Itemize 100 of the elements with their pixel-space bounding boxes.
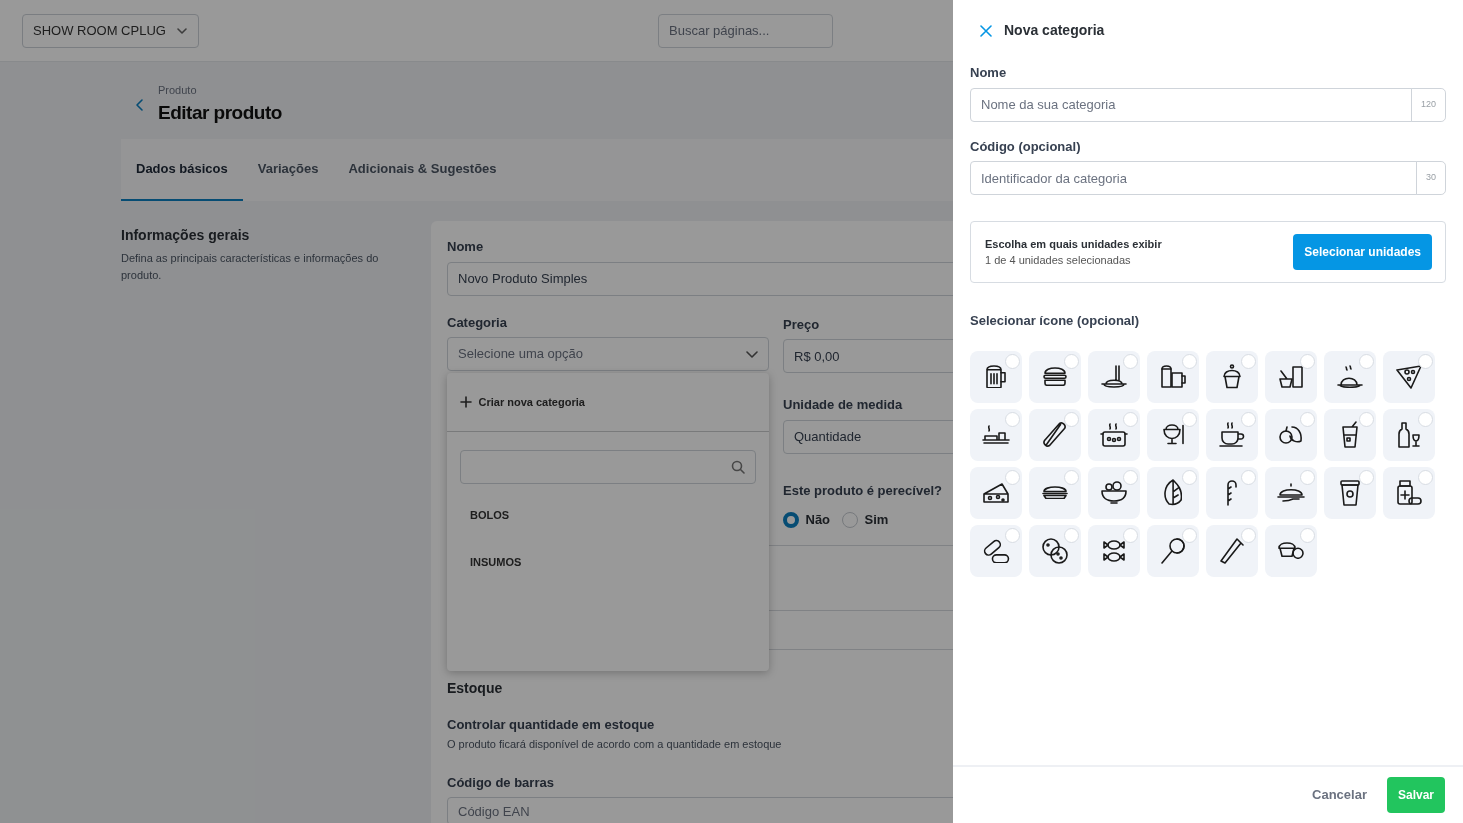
icon-option-tile[interactable] xyxy=(1265,524,1317,577)
radio-option[interactable]: Não xyxy=(783,510,831,530)
wine-bottle-icon xyxy=(1398,421,1420,448)
page-title: Editar produto xyxy=(158,100,282,125)
icon-option-tile[interactable] xyxy=(1383,466,1435,519)
icon-option-tile[interactable] xyxy=(970,466,1022,519)
icon-option-tile[interactable] xyxy=(1147,408,1199,461)
radio-button[interactable] xyxy=(1005,353,1020,369)
radio-button[interactable] xyxy=(1064,353,1079,369)
muffins-icon xyxy=(1278,541,1304,560)
radio-button[interactable] xyxy=(1359,353,1374,369)
radio-button[interactable] xyxy=(1123,353,1138,369)
plus-icon xyxy=(460,396,472,408)
icon-option-tile[interactable] xyxy=(970,350,1022,403)
radio-button[interactable] xyxy=(1064,411,1079,427)
radio-button[interactable] xyxy=(1418,469,1433,485)
icon-option-tile[interactable] xyxy=(1206,466,1258,519)
icon-option-tile[interactable] xyxy=(970,408,1022,461)
icon-option-tile[interactable] xyxy=(1088,408,1140,461)
search-icon xyxy=(731,460,745,474)
cookies-icon xyxy=(1042,537,1068,564)
units-subtitle: 1 de 4 unidades selecionadas xyxy=(985,253,1132,268)
icon-option-tile[interactable] xyxy=(1147,466,1199,519)
icon-option-tile[interactable] xyxy=(1324,408,1376,461)
radio-button[interactable] xyxy=(1005,527,1020,543)
field-label: Controlar quantidade em estoque xyxy=(447,715,656,734)
radio-button[interactable] xyxy=(1418,353,1433,369)
radio-button[interactable] xyxy=(1300,527,1315,543)
close-button[interactable] xyxy=(980,24,992,37)
price-field[interactable]: R$ 0,00 xyxy=(783,339,953,373)
radio-button[interactable] xyxy=(1241,411,1256,427)
icon-option-tile[interactable] xyxy=(1206,350,1258,403)
radio-option[interactable]: Sim xyxy=(842,510,889,530)
icon-option-tile[interactable] xyxy=(1265,350,1317,403)
icon-option-tile[interactable] xyxy=(970,524,1022,577)
radio-button[interactable] xyxy=(1418,411,1433,427)
radio-button[interactable] xyxy=(1182,411,1197,427)
radio-button[interactable] xyxy=(1300,353,1315,369)
icon-option-tile[interactable] xyxy=(1383,350,1435,403)
icon-option-tile[interactable] xyxy=(1206,408,1258,461)
meal-tray-icon xyxy=(982,425,1010,444)
tab[interactable]: Adicionais & Sugestões xyxy=(333,139,512,201)
icon-option-tile[interactable] xyxy=(1265,408,1317,461)
cupcake-icon xyxy=(1223,364,1241,389)
icon-option-tile[interactable] xyxy=(1383,408,1435,461)
radio-button[interactable] xyxy=(1241,469,1256,485)
tab[interactable]: Dados básicos xyxy=(121,139,243,201)
radio-button[interactable] xyxy=(1300,411,1315,427)
icon-option-tile[interactable] xyxy=(1206,524,1258,577)
radio-button[interactable] xyxy=(1182,469,1197,485)
icon-option-tile[interactable] xyxy=(1029,350,1081,403)
radio-button[interactable] xyxy=(1123,469,1138,485)
icon-option-tile[interactable] xyxy=(1029,466,1081,519)
name-field[interactable]: Novo Produto Simples xyxy=(447,261,953,296)
category-select[interactable]: Selecione uma opção xyxy=(447,337,769,371)
select-units-button[interactable]: Selecionar unidades xyxy=(1293,234,1432,270)
icon-option-tile[interactable] xyxy=(1324,466,1376,519)
icon-option-tile[interactable] xyxy=(1147,350,1199,403)
search-field[interactable]: Buscar páginas... xyxy=(658,13,833,48)
icon-option-tile[interactable] xyxy=(1088,466,1140,519)
icon-option-tile[interactable] xyxy=(1265,466,1317,519)
drinks-icon xyxy=(1160,365,1186,388)
icon-option-tile[interactable] xyxy=(1088,524,1140,577)
dropdown-option[interactable]: INSUMOS xyxy=(447,539,769,586)
text-field[interactable]: Nome da sua categoria xyxy=(970,87,1412,122)
radio-button[interactable] xyxy=(1064,469,1079,485)
radio-button[interactable] xyxy=(1123,527,1138,543)
units-title: Escolha em quais unidades exibir xyxy=(985,236,1162,252)
field-label: Nome xyxy=(447,238,485,256)
radio-button[interactable] xyxy=(1300,469,1315,485)
icon-option-tile[interactable] xyxy=(1088,350,1140,403)
coffee-cup-icon xyxy=(1219,422,1245,447)
radio-button[interactable] xyxy=(1005,469,1020,485)
tab[interactable]: Variações xyxy=(242,139,334,201)
dropdown-search-field[interactable] xyxy=(460,450,756,484)
radio-button[interactable] xyxy=(1064,527,1079,543)
unit-field[interactable]: Quantidade xyxy=(783,419,953,454)
breadcrumb[interactable]: Produto xyxy=(158,82,282,99)
workspace-selector[interactable]: SHOW ROOM CPLUG xyxy=(22,13,199,48)
character-counter: 120 xyxy=(1410,87,1446,122)
radio-button[interactable] xyxy=(1241,527,1256,543)
radio-button[interactable] xyxy=(1359,411,1374,427)
radio-button[interactable] xyxy=(1182,353,1197,369)
close-icon xyxy=(980,24,992,37)
create-category-button[interactable]: Criar nova categoria xyxy=(447,373,769,431)
radio-button[interactable] xyxy=(1182,527,1197,543)
cancel-button[interactable]: Cancelar xyxy=(1306,784,1373,806)
barcode-field[interactable]: Código EAN xyxy=(447,797,953,823)
icon-option-tile[interactable] xyxy=(1147,524,1199,577)
field-label: Categoria xyxy=(447,313,508,332)
radio-button[interactable] xyxy=(1359,469,1374,485)
text-field[interactable]: Identificador da categoria xyxy=(970,161,1417,195)
radio-button[interactable] xyxy=(1241,353,1256,369)
radio-button[interactable] xyxy=(1123,411,1138,427)
radio-button[interactable] xyxy=(1005,411,1020,427)
icon-option-tile[interactable] xyxy=(1029,408,1081,461)
dropdown-option[interactable]: BOLOS xyxy=(447,492,769,539)
icon-option-tile[interactable] xyxy=(1324,350,1376,403)
icon-option-tile[interactable] xyxy=(1029,524,1081,577)
roast-chicken-icon xyxy=(1337,364,1363,389)
